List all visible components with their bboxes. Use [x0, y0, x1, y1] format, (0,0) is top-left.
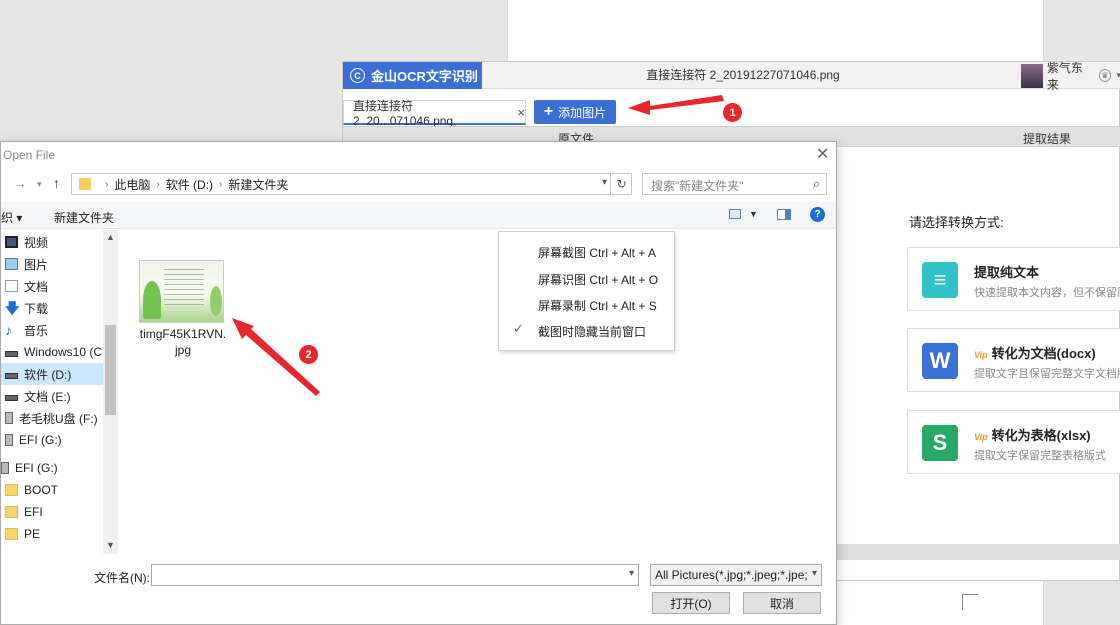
annotation-arrows — [232, 95, 724, 396]
arrow-1-icon — [628, 95, 724, 115]
step-1-badge: 1 — [723, 103, 742, 122]
step-2-badge: 2 — [299, 345, 318, 364]
